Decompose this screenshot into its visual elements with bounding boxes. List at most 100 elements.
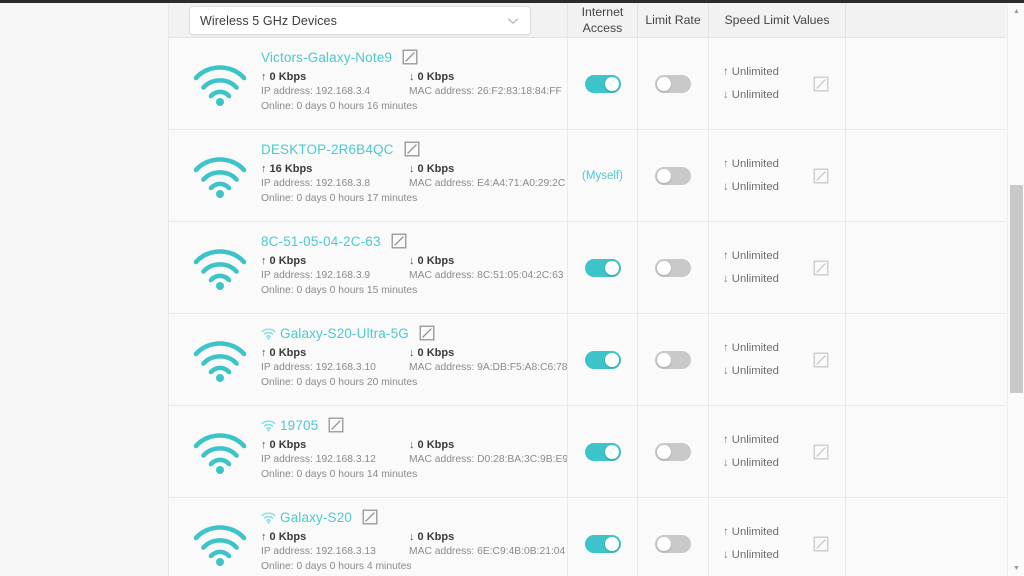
up-arrow-icon: ↑ [723, 434, 729, 447]
limit-rate-toggle[interactable] [655, 534, 691, 553]
device-filter-select[interactable]: Wireless 5 GHz Devices [189, 6, 531, 35]
speed-limit-edit-icon[interactable] [813, 444, 829, 460]
limit-rate-cell [637, 498, 708, 576]
toggle-knob [604, 352, 619, 367]
speed-limit-upload: ↑ Unlimited [723, 158, 779, 171]
internet-access-toggle[interactable] [584, 442, 621, 461]
limit-rate-toggle[interactable] [655, 166, 691, 185]
down-arrow-icon: ↓ [723, 180, 729, 193]
down-arrow-icon: ↓ [723, 364, 729, 377]
device-name-link[interactable]: 19705 [280, 418, 318, 433]
device-cell: DESKTOP-2R6B4QC ↑ 16 Kbps ↓ 0 Kbps IP ad… [169, 130, 567, 221]
device-cell: 8C-51-05-04-2C-63 ↑ 0 Kbps ↓ 0 Kbps IP a… [169, 222, 567, 313]
device-name-link[interactable]: 8C-51-05-04-2C-63 [261, 234, 381, 249]
wifi-icon [193, 520, 247, 566]
speed-limit-values: ↑ Unlimited ↓ Unlimited [723, 429, 813, 473]
vertical-scrollbar[interactable]: ▲ ▼ [1007, 3, 1024, 576]
internet-access-toggle[interactable] [584, 534, 621, 553]
down-arrow-icon: ↓ [409, 71, 415, 83]
speed-limit-download: ↓ Unlimited [723, 548, 779, 561]
edit-icon[interactable] [419, 325, 435, 341]
device-info: Victors-Galaxy-Note9 ↑ 0 Kbps ↓ 0 Kbps I… [261, 46, 562, 113]
limit-rate-toggle[interactable] [655, 442, 691, 461]
ip-address: IP address: 192.168.3.13 [261, 546, 376, 557]
mac-address: MAC address: 9A:DB:F5:A8:C6:78 [409, 362, 568, 373]
device-addresses: IP address: 192.168.3.8 MAC address: E4:… [261, 178, 566, 189]
scroll-up-arrow-icon[interactable]: ▲ [1008, 3, 1024, 19]
table-row: Galaxy-S20 ↑ 0 Kbps ↓ 0 Kbps IP address:… [169, 498, 1006, 576]
speed-limit-cell: ↑ Unlimited ↓ Unlimited [708, 314, 846, 405]
router-client-list-page: Wireless 5 GHz Devices Internet Access L… [0, 0, 1024, 576]
upload-rate: ↑ 0 Kbps [261, 531, 307, 543]
table-row: Victors-Galaxy-Note9 ↑ 0 Kbps ↓ 0 Kbps I… [169, 38, 1006, 130]
down-arrow-icon: ↓ [409, 163, 415, 175]
scrollbar-thumb[interactable] [1010, 185, 1023, 393]
speed-limit-edit-icon[interactable] [813, 260, 829, 276]
device-info: Galaxy-S20-Ultra-5G ↑ 0 Kbps ↓ 0 Kbps IP… [261, 322, 568, 389]
speed-limit-download: ↓ Unlimited [723, 364, 779, 377]
internet-access-toggle[interactable] [584, 350, 621, 369]
device-rates: ↑ 0 Kbps ↓ 0 Kbps [261, 255, 561, 267]
toggle-knob [657, 444, 671, 459]
mac-address: MAC address: E4:A4:71:A0:29:2C [409, 178, 566, 189]
speed-limit-upload: ↑ Unlimited [723, 434, 779, 447]
edit-icon[interactable] [404, 141, 420, 157]
speed-limit-values: ↑ Unlimited ↓ Unlimited [723, 153, 813, 197]
edit-icon[interactable] [402, 49, 418, 65]
download-rate: ↓ 0 Kbps [409, 439, 455, 451]
limit-rate-toggle[interactable] [655, 350, 691, 369]
device-name-link[interactable]: Galaxy-S20 [280, 510, 352, 525]
internet-access-toggle[interactable] [584, 74, 621, 93]
speed-limit-edit-icon[interactable] [813, 352, 829, 368]
column-header-limit-rate: Limit Rate [637, 3, 708, 38]
internet-access-toggle[interactable] [584, 258, 621, 277]
edit-icon[interactable] [328, 417, 344, 433]
device-rates: ↑ 0 Kbps ↓ 0 Kbps [261, 71, 561, 83]
limit-rate-toggle[interactable] [655, 74, 691, 93]
table-row: Galaxy-S20-Ultra-5G ↑ 0 Kbps ↓ 0 Kbps IP… [169, 314, 1006, 406]
ip-address: IP address: 192.168.3.10 [261, 362, 376, 373]
limit-rate-toggle[interactable] [655, 258, 691, 277]
ip-address: IP address: 192.168.3.8 [261, 178, 371, 189]
limit-rate-cell [637, 38, 708, 129]
device-info: Galaxy-S20 ↑ 0 Kbps ↓ 0 Kbps IP address:… [261, 506, 565, 573]
wifi-small-icon [261, 327, 276, 340]
scroll-down-arrow-icon[interactable]: ▼ [1008, 560, 1024, 576]
up-arrow-icon: ↑ [261, 531, 267, 543]
wifi-icon [193, 244, 247, 290]
up-arrow-icon: ↑ [261, 439, 267, 451]
down-arrow-icon: ↓ [409, 531, 415, 543]
device-addresses: IP address: 192.168.3.10 MAC address: 9A… [261, 362, 568, 373]
device-name-link[interactable]: DESKTOP-2R6B4QC [261, 142, 394, 157]
speed-limit-upload: ↑ Unlimited [723, 250, 779, 263]
device-addresses: IP address: 192.168.3.9 MAC address: 8C:… [261, 270, 564, 281]
wifi-icon [193, 152, 247, 198]
edit-icon[interactable] [362, 509, 378, 525]
speed-limit-values: ↑ Unlimited ↓ Unlimited [723, 521, 813, 565]
device-name-link[interactable]: Victors-Galaxy-Note9 [261, 50, 392, 65]
device-addresses: IP address: 192.168.3.4 MAC address: 26:… [261, 86, 562, 97]
wifi-icon [193, 60, 247, 106]
device-rates: ↑ 0 Kbps ↓ 0 Kbps [261, 439, 561, 451]
speed-limit-values: ↑ Unlimited ↓ Unlimited [723, 337, 813, 381]
download-rate: ↓ 0 Kbps [409, 255, 455, 267]
speed-limit-values: ↑ Unlimited ↓ Unlimited [723, 245, 813, 289]
internet-access-cell: (Myself) [567, 130, 637, 221]
device-filter-selected-value: Wireless 5 GHz Devices [200, 13, 337, 28]
up-arrow-icon: ↑ [261, 71, 267, 83]
edit-icon[interactable] [391, 233, 407, 249]
device-name-link[interactable]: Galaxy-S20-Ultra-5G [280, 326, 409, 341]
speed-limit-edit-icon[interactable] [813, 168, 829, 184]
ip-address: IP address: 192.168.3.12 [261, 454, 376, 465]
speed-limit-edit-icon[interactable] [813, 536, 829, 552]
speed-limit-values: ↑ Unlimited ↓ Unlimited [723, 61, 813, 105]
up-arrow-icon: ↑ [723, 250, 729, 263]
toggle-knob [657, 536, 671, 551]
down-arrow-icon: ↓ [409, 439, 415, 451]
down-arrow-icon: ↓ [723, 272, 729, 285]
online-duration: Online: 0 days 0 hours 17 minutes [261, 193, 418, 204]
table-row: DESKTOP-2R6B4QC ↑ 16 Kbps ↓ 0 Kbps IP ad… [169, 130, 1006, 222]
column-header-internet-access: Internet Access [567, 3, 637, 38]
ip-address: IP address: 192.168.3.4 [261, 86, 371, 97]
speed-limit-edit-icon[interactable] [813, 76, 829, 92]
